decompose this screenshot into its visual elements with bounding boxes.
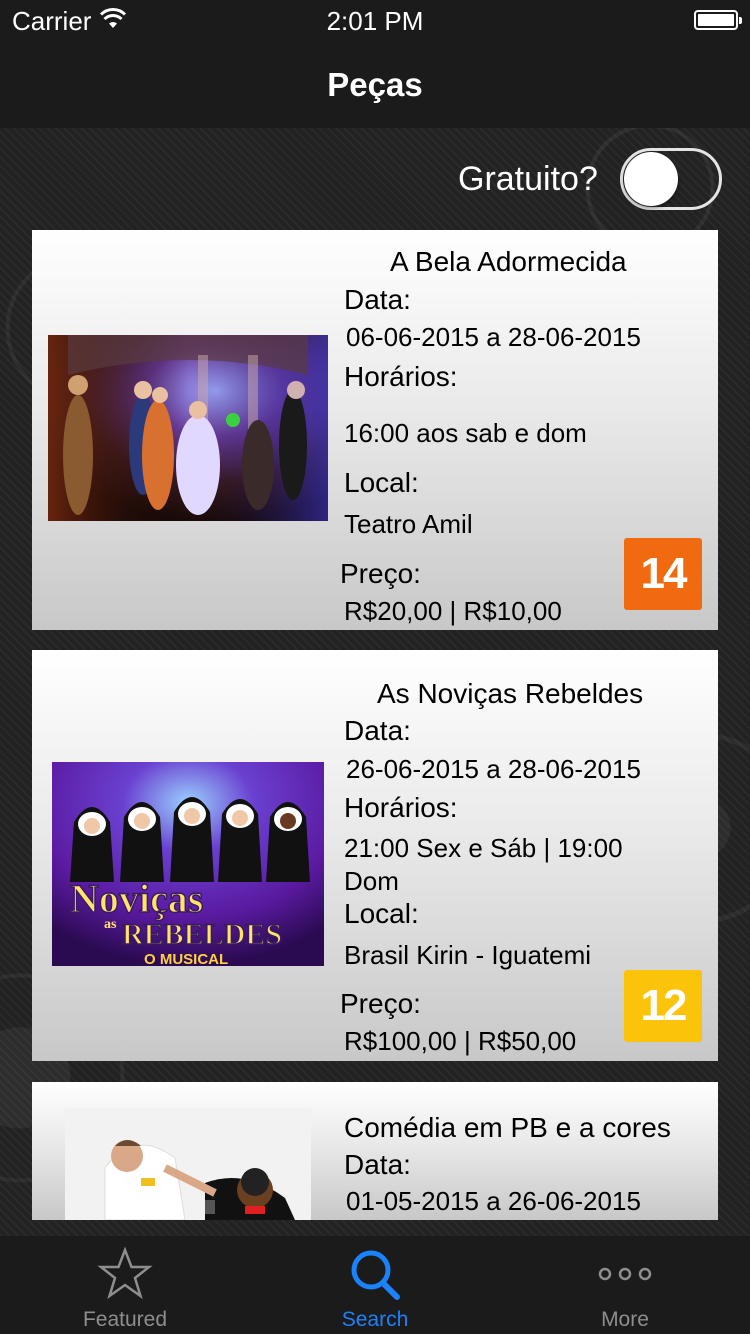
venue-label: Local: <box>344 467 419 498</box>
tab-label: Featured <box>82 1308 168 1331</box>
age-rating-badge: 14 <box>624 538 702 610</box>
tab-bar: Featured Search More <box>0 1236 750 1334</box>
play-card[interactable]: A Bela Adormecida Data: 06-06-2015 a 28-… <box>32 230 718 630</box>
free-filter-toggle[interactable] <box>620 148 722 210</box>
date-label: Data: <box>344 715 411 746</box>
venue-label: Local: <box>344 898 419 929</box>
status-time: 2:01 PM <box>326 6 424 36</box>
tab-label: More <box>601 1308 649 1331</box>
navigation-bar: Peças <box>0 40 750 128</box>
play-title: A Bela Adormecida <box>390 246 627 277</box>
page-title: Peças <box>327 66 423 103</box>
date-label: Data: <box>344 1149 411 1180</box>
play-times: 21:00 Sex e Sáb | 19:00 <box>344 833 623 863</box>
tab-label: Search <box>341 1308 409 1331</box>
play-price: R$20,00 | R$10,00 <box>344 596 562 626</box>
play-title: Comédia em PB e a cores <box>344 1112 671 1143</box>
play-times: 16:00 aos sab e dom <box>344 418 587 448</box>
tab-more[interactable]: More <box>500 1236 750 1334</box>
battery-icon <box>694 10 742 30</box>
play-times-continued: Dom <box>344 866 399 896</box>
date-label: Data: <box>344 284 411 315</box>
star-icon <box>97 1246 153 1300</box>
poster-title-small: as <box>104 917 117 932</box>
times-label: Horários: <box>344 361 458 392</box>
play-dates: 26-06-2015 a 28-06-2015 <box>346 754 641 784</box>
play-card[interactable]: Noviças as REBELDES O MUSICAL As Noviças… <box>32 650 718 1061</box>
play-card[interactable]: Comédia em PB e a cores Data: 01-05-2015… <box>32 1082 718 1220</box>
times-label: Horários: <box>344 792 458 823</box>
play-price: R$100,00 | R$50,00 <box>344 1026 577 1056</box>
play-dates: 01-05-2015 a 26-06-2015 <box>346 1186 641 1216</box>
status-bar: Carrier 2:01 PM <box>0 0 750 40</box>
play-title: As Noviças Rebeldes <box>377 678 644 709</box>
price-label: Preço: <box>340 558 421 589</box>
toggle-knob <box>624 152 678 206</box>
age-rating-badge: 12 <box>624 970 702 1042</box>
poster-title-line1: Noviças <box>70 876 203 921</box>
play-dates: 06-06-2015 a 28-06-2015 <box>346 322 641 352</box>
play-poster-image <box>65 1108 311 1220</box>
poster-title-line2: REBELDES <box>122 918 282 951</box>
play-venue: Brasil Kirin - Iguatemi <box>344 940 592 970</box>
play-venue: Teatro Amil <box>344 509 473 539</box>
poster-title-line3: O MUSICAL <box>144 951 228 966</box>
price-label: Preço: <box>340 988 421 1019</box>
play-poster-image: Noviças as REBELDES O MUSICAL <box>52 762 324 966</box>
search-icon <box>351 1250 400 1300</box>
more-icon <box>598 1267 652 1281</box>
tab-featured[interactable]: Featured <box>0 1236 250 1334</box>
tab-search[interactable]: Search <box>250 1236 500 1334</box>
play-poster-image <box>48 335 328 521</box>
free-filter-label: Gratuito? <box>458 160 598 198</box>
